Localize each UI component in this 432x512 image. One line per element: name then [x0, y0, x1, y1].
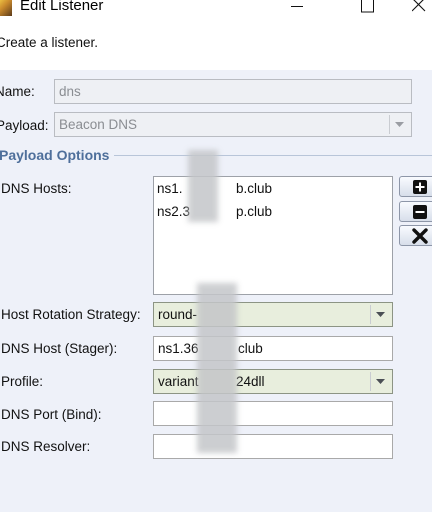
host-rotation-value: round-	[158, 307, 198, 322]
close-icon	[412, 0, 426, 12]
description-area: Create a listener.	[0, 18, 432, 70]
add-host-button[interactable]	[399, 176, 432, 197]
profile-dropdown-arrow[interactable]	[370, 372, 390, 391]
dns-resolver-input[interactable]	[153, 434, 393, 459]
name-label: Name:	[0, 84, 35, 99]
plus-icon	[413, 180, 427, 194]
host-rotation-select[interactable]: round-	[153, 302, 393, 327]
redaction-blur	[188, 150, 218, 222]
payload-value: Beacon DNS	[59, 117, 138, 132]
dns-resolver-label: DNS Resolver:	[1, 439, 91, 454]
clear-hosts-button[interactable]	[399, 225, 432, 246]
section-divider	[114, 155, 432, 156]
host-rotation-label: Host Rotation Strategy:	[1, 307, 141, 322]
list-item[interactable]: ns1. b.club	[157, 181, 272, 196]
dns-host-stager-input[interactable]: ns1.36 club	[153, 336, 393, 361]
name-value: dns	[59, 84, 81, 99]
close-button[interactable]	[400, 0, 432, 18]
chevron-down-icon	[395, 122, 404, 127]
dns-host-stager-label: DNS Host (Stager):	[1, 341, 118, 356]
dns-hosts-label: DNS Hosts:	[1, 181, 72, 196]
payload-label: Payload:	[0, 118, 49, 133]
profile-label: Profile:	[1, 374, 44, 389]
name-input[interactable]: dns	[54, 79, 412, 104]
payload-dropdown-arrow[interactable]	[389, 115, 409, 134]
x-icon	[412, 228, 428, 244]
dns-host-stager-value: ns1.36	[158, 341, 199, 356]
minimize-button[interactable]	[277, 0, 317, 18]
dns-host-stager-suffix: club	[238, 341, 263, 356]
chevron-down-icon	[376, 379, 385, 384]
dialog-description: Create a listener.	[0, 35, 99, 50]
app-icon	[0, 0, 12, 16]
dns-host-2-text: ns2.3	[157, 204, 191, 219]
maximize-icon	[361, 0, 374, 13]
title-bar: Edit Listener	[0, 0, 432, 18]
list-item[interactable]: ns2.3 p.club	[157, 204, 272, 219]
dns-host-2-suffix: p.club	[236, 204, 273, 219]
dns-port-input[interactable]	[153, 401, 393, 426]
host-rotation-dropdown-arrow[interactable]	[370, 305, 390, 324]
minimize-icon	[291, 6, 303, 7]
chevron-down-icon	[376, 312, 385, 317]
dns-host-1-suffix: b.club	[236, 181, 273, 196]
profile-suffix: 24dll	[236, 374, 265, 389]
remove-host-button[interactable]	[399, 201, 432, 222]
window-title: Edit Listener	[20, 0, 104, 14]
profile-value: variant	[158, 374, 199, 389]
dns-host-1-text: ns1.	[157, 181, 183, 196]
payload-options-title: Payload Options	[0, 147, 110, 163]
minus-icon	[413, 205, 427, 219]
payload-select[interactable]: Beacon DNS	[54, 112, 412, 137]
redaction-blur	[197, 283, 237, 453]
dns-port-label: DNS Port (Bind):	[1, 407, 102, 422]
profile-select[interactable]: variant 24dll	[153, 369, 393, 394]
maximize-button[interactable]	[347, 0, 387, 18]
